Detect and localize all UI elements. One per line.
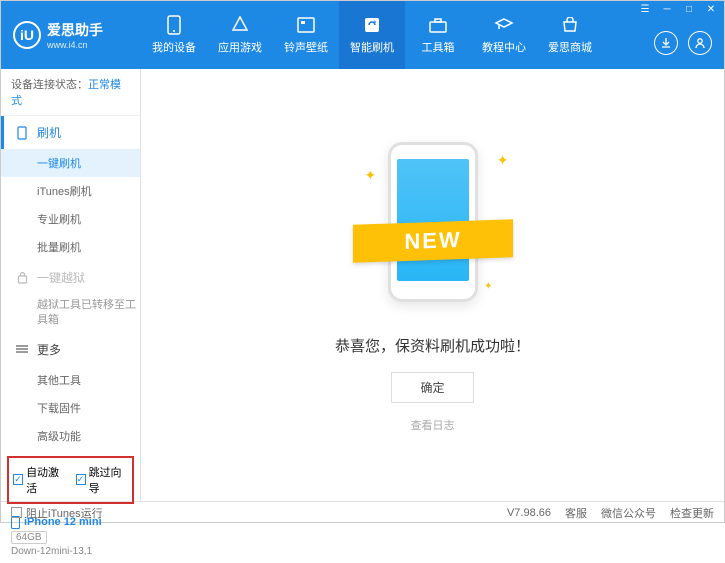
body: 设备连接状态：正常模式 刷机 一键刷机 iTunes刷机 专业刷机 批量刷机 一… — [1, 69, 724, 501]
nav-smart-flash[interactable]: 智能刷机 — [339, 1, 405, 69]
header-actions — [654, 31, 712, 55]
footer-update[interactable]: 检查更新 — [670, 505, 714, 521]
jailbreak-note: 越狱工具已转移至工具箱 — [1, 294, 140, 333]
maximize-button[interactable]: □ — [682, 4, 696, 14]
more-icon — [15, 342, 29, 356]
ok-button[interactable]: 确定 — [391, 372, 473, 403]
sidebar-jailbreak-header: 一键越狱 — [1, 261, 140, 294]
lock-icon — [15, 271, 29, 285]
nav-toolbox[interactable]: 工具箱 — [405, 1, 471, 69]
version-label: V7.98.66 — [507, 507, 551, 519]
download-button[interactable] — [654, 31, 678, 55]
phone-small-icon — [15, 126, 29, 140]
close-button[interactable]: ✕ — [704, 4, 718, 14]
sidebar-item-advanced[interactable]: 高级功能 — [1, 422, 140, 450]
sidebar-item-pro-flash[interactable]: 专业刷机 — [1, 205, 140, 233]
sidebar-flash-header[interactable]: 刷机 — [1, 116, 140, 149]
nav-apps-games[interactable]: 应用游戏 — [207, 1, 273, 69]
app-url: www.i4.cn — [47, 40, 103, 50]
checkmark-icon: ✓ — [76, 474, 86, 485]
success-illustration: ✦ ✦ ✦ NEW — [363, 137, 503, 317]
user-button[interactable] — [688, 31, 712, 55]
nav-tutorials[interactable]: 教程中心 — [471, 1, 537, 69]
main-nav: 我的设备 应用游戏 铃声壁纸 智能刷机 工具箱 教程中心 爱思商城 — [141, 1, 724, 69]
window-controls: ☰ ─ □ ✕ — [638, 4, 718, 14]
phone-icon — [164, 15, 184, 35]
nav-my-device[interactable]: 我的设备 — [141, 1, 207, 69]
view-log-link[interactable]: 查看日志 — [411, 417, 455, 433]
sidebar-item-other-tools[interactable]: 其他工具 — [1, 366, 140, 394]
tutorial-icon — [494, 15, 514, 35]
main-content: ✦ ✦ ✦ NEW 恭喜您，保资料刷机成功啦！ 确定 查看日志 — [141, 69, 724, 501]
app-header: iU 爱思助手 www.i4.cn 我的设备 应用游戏 铃声壁纸 智能刷机 工具… — [1, 1, 724, 69]
success-message: 恭喜您，保资料刷机成功啦！ — [335, 335, 530, 356]
sidebar-item-batch-flash[interactable]: 批量刷机 — [1, 233, 140, 261]
app-logo-icon: iU — [13, 21, 41, 49]
menu-icon[interactable]: ☰ — [638, 4, 652, 14]
nav-ringtones[interactable]: 铃声壁纸 — [273, 1, 339, 69]
checkmark-icon: ✓ — [13, 474, 23, 485]
toolbox-icon — [428, 15, 448, 35]
sidebar: 设备连接状态：正常模式 刷机 一键刷机 iTunes刷机 专业刷机 批量刷机 一… — [1, 69, 141, 501]
options-highlight-box: ✓自动激活 ✓跳过向导 — [7, 456, 134, 504]
checkbox-block-itunes[interactable] — [11, 507, 22, 518]
wallpaper-icon — [296, 15, 316, 35]
block-itunes-label: 阻止iTunes运行 — [26, 505, 103, 521]
sidebar-item-download-firmware[interactable]: 下载固件 — [1, 394, 140, 422]
sidebar-item-itunes-flash[interactable]: iTunes刷机 — [1, 177, 140, 205]
minimize-button[interactable]: ─ — [660, 4, 674, 14]
nav-store[interactable]: 爱思商城 — [537, 1, 603, 69]
footer-service[interactable]: 客服 — [565, 505, 587, 521]
app-title: 爱思助手 — [47, 20, 103, 40]
footer-wechat[interactable]: 微信公众号 — [601, 505, 656, 521]
checkbox-auto-activate[interactable]: ✓自动激活 — [13, 464, 66, 496]
checkbox-skip-guide[interactable]: ✓跳过向导 — [76, 464, 129, 496]
store-icon — [560, 15, 580, 35]
sidebar-item-oneclick-flash[interactable]: 一键刷机 — [1, 149, 140, 177]
device-version: Down-12mini-13,1 — [11, 546, 130, 557]
sidebar-more-header[interactable]: 更多 — [1, 333, 140, 366]
logo-area: iU 爱思助手 www.i4.cn — [1, 20, 141, 50]
connection-status: 设备连接状态：正常模式 — [1, 69, 140, 116]
flash-icon — [362, 15, 382, 35]
device-storage: 64GB — [11, 531, 47, 544]
new-banner: NEW — [353, 219, 513, 263]
apps-icon — [230, 15, 250, 35]
